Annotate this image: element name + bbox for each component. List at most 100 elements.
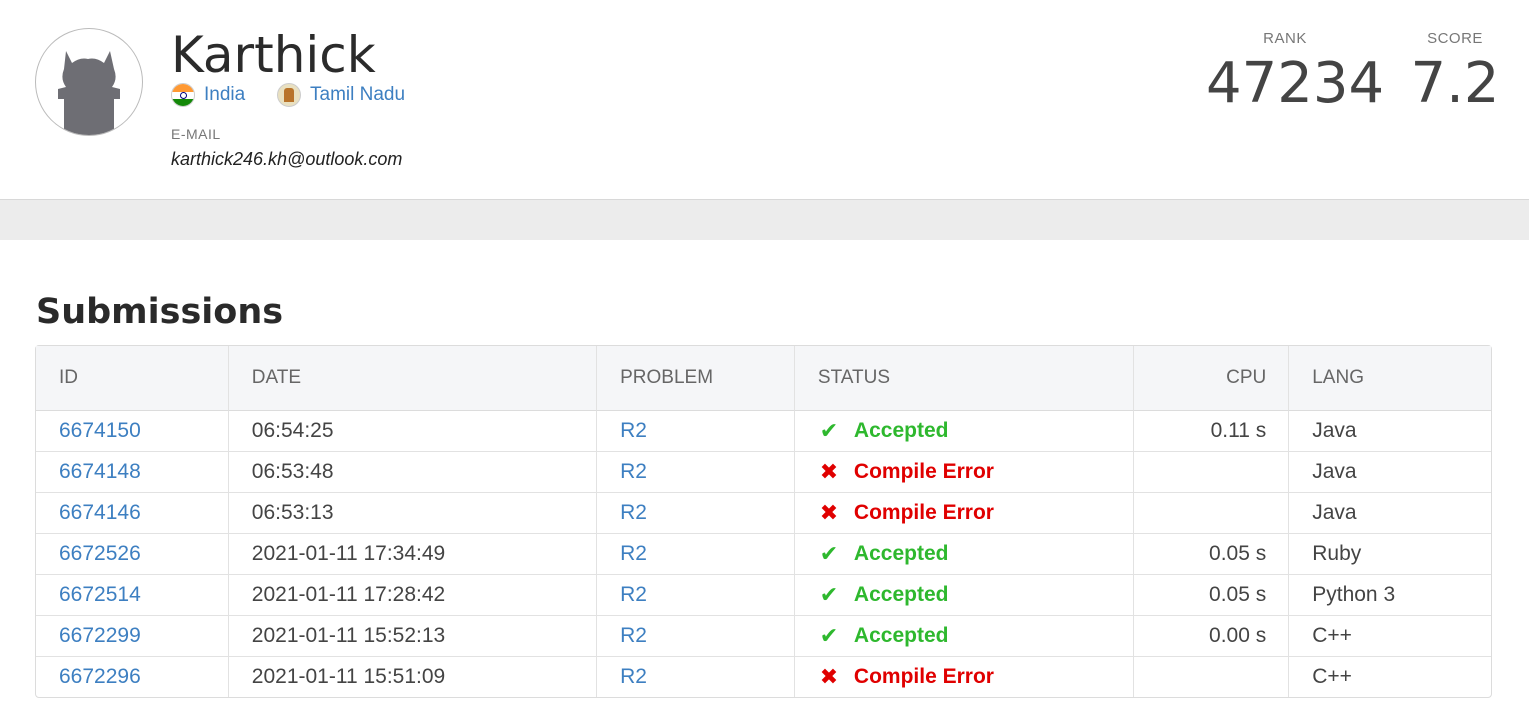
submission-id-link[interactable]: 6672526	[59, 542, 141, 565]
status-text: Compile Error	[853, 460, 994, 483]
tamil-nadu-emblem-icon	[277, 83, 301, 107]
problem-cell[interactable]: R2	[597, 616, 795, 657]
column-header-lang[interactable]: LANG	[1289, 346, 1491, 411]
submission-id-link[interactable]: 6674150	[59, 419, 141, 442]
submission-id-cell[interactable]: 6672296	[36, 657, 229, 697]
column-header-status[interactable]: STATUS	[794, 346, 1135, 411]
problem-cell[interactable]: R2	[597, 534, 795, 575]
check-icon: ✔	[819, 418, 839, 443]
cpu-time	[1134, 452, 1290, 493]
problem-link[interactable]: R2	[620, 419, 647, 442]
problem-link[interactable]: R2	[620, 665, 647, 688]
status-cell: ✔ Accepted	[794, 411, 1135, 452]
country-label[interactable]: India	[204, 84, 245, 106]
problem-cell[interactable]: R2	[597, 452, 795, 493]
rank-value: 47234	[1206, 51, 1385, 116]
status-text: Accepted	[853, 624, 949, 647]
avatar	[35, 28, 143, 136]
problem-link[interactable]: R2	[620, 460, 647, 483]
problem-link[interactable]: R2	[620, 583, 647, 606]
submission-id-link[interactable]: 6672296	[59, 665, 141, 688]
submission-id-link[interactable]: 6672299	[59, 624, 141, 647]
language: C++	[1312, 665, 1352, 688]
submission-id-link[interactable]: 6672514	[59, 583, 141, 606]
status-text: Accepted	[853, 542, 949, 565]
submission-date: 2021-01-11 17:28:42	[228, 575, 598, 616]
submission-id-cell[interactable]: 6672514	[36, 575, 229, 616]
language: Java	[1289, 411, 1491, 452]
cpu-time	[1134, 493, 1290, 534]
problem-cell[interactable]: R2	[597, 657, 795, 697]
table-row: 6672526 2021-01-11 17:34:49 R2 ✔ Accepted 0.0…	[36, 534, 1491, 575]
profile-header: Karthick India Tamil Nadu E-MAIL karthic…	[0, 0, 1529, 200]
problem-cell[interactable]: R2	[597, 493, 795, 534]
status-text: Compile Error	[853, 665, 994, 688]
status-cell: ✖ Compile Error	[794, 493, 1135, 534]
avatar-silhouette-icon	[58, 51, 120, 135]
score-label: SCORE	[1427, 30, 1483, 47]
score-stat: SCORE 7.2	[1410, 30, 1500, 116]
section-title: Submissions	[36, 292, 284, 332]
table-row: 6674150 06:54:25 R2 ✔ Accepted 0.11 s Java	[36, 411, 1491, 452]
table-row: 6672299 2021-01-11 15:52:13 R2 ✔ Accepted 0.0…	[36, 616, 1491, 657]
table-row: 6674148 06:53:48 R2 ✖ Compile Error Java	[36, 452, 1491, 493]
cpu-time: 0.05 s	[1134, 534, 1290, 575]
rank-stat: RANK 47234	[1206, 30, 1385, 116]
column-header-cpu[interactable]: CPU	[1134, 346, 1290, 411]
check-icon: ✔	[819, 582, 839, 607]
rank-label: RANK	[1263, 30, 1307, 47]
table-header-row: ID DATE PROBLEM STATUS CPU LANG	[36, 346, 1491, 411]
status-text: Compile Error	[853, 501, 994, 524]
table-row: 6672296 2021-01-11 15:51:09 R2 ✖ Compile Err…	[36, 657, 1491, 697]
cpu-time: 0.05 s	[1134, 575, 1290, 616]
problem-cell[interactable]: R2	[597, 411, 795, 452]
column-header-date[interactable]: DATE	[228, 346, 598, 411]
submission-date: 2021-01-11 17:34:49	[228, 534, 598, 575]
india-flag-icon	[171, 83, 195, 107]
check-icon: ✔	[819, 623, 839, 648]
column-header-problem[interactable]: PROBLEM	[597, 346, 795, 411]
submission-id-cell[interactable]: 6672526	[36, 534, 229, 575]
country-link[interactable]: India	[171, 83, 245, 107]
divider-band	[0, 200, 1529, 240]
cross-icon: ✖	[819, 500, 839, 525]
submission-id-cell[interactable]: 6674150	[36, 411, 229, 452]
submission-date: 06:53:48	[228, 452, 598, 493]
status-cell: ✔ Accepted	[794, 616, 1135, 657]
check-icon: ✔	[819, 541, 839, 566]
submission-date: 06:54:25	[228, 411, 598, 452]
region-label[interactable]: Tamil Nadu	[310, 84, 405, 106]
submission-id-link[interactable]: 6674146	[59, 501, 141, 524]
status-text: Accepted	[853, 419, 949, 442]
submission-date: 06:53:13	[228, 493, 598, 534]
language: C++	[1289, 616, 1491, 657]
region-link[interactable]: Tamil Nadu	[277, 83, 405, 107]
language: Python 3	[1289, 575, 1491, 616]
table-row: 6674146 06:53:13 R2 ✖ Compile Error Java	[36, 493, 1491, 534]
column-header-id[interactable]: ID	[36, 346, 229, 411]
status-cell: ✖ Compile Error	[794, 452, 1135, 493]
problem-cell[interactable]: R2	[597, 575, 795, 616]
submissions-table: ID DATE PROBLEM STATUS CPU LANG 6674150 0…	[35, 345, 1492, 698]
language: Java	[1289, 452, 1491, 493]
problem-link[interactable]: R2	[620, 542, 647, 565]
submission-id-cell[interactable]: 6672299	[36, 616, 229, 657]
email-value: karthick246.kh@outlook.com	[171, 149, 403, 169]
email-label: E-MAIL	[171, 126, 221, 142]
cpu-time	[1134, 657, 1290, 697]
status-cell: ✔ Accepted	[794, 534, 1135, 575]
cpu-time: 0.00 s	[1134, 616, 1290, 657]
problem-link[interactable]: R2	[620, 624, 647, 647]
submission-id-cell[interactable]: 6674146	[36, 493, 229, 534]
language: Java	[1289, 493, 1491, 534]
cross-icon: ✖	[819, 459, 839, 484]
status-text: Accepted	[853, 583, 949, 606]
submission-id-cell[interactable]: 6674148	[36, 452, 229, 493]
cpu-time: 0.11 s	[1134, 411, 1290, 452]
submission-date: 2021-01-11 15:52:13	[228, 616, 598, 657]
cross-icon: ✖	[819, 664, 839, 689]
language: Ruby	[1289, 534, 1491, 575]
score-value: 7.2	[1410, 51, 1500, 116]
problem-link[interactable]: R2	[620, 501, 647, 524]
submission-id-link[interactable]: 6674148	[59, 460, 141, 483]
